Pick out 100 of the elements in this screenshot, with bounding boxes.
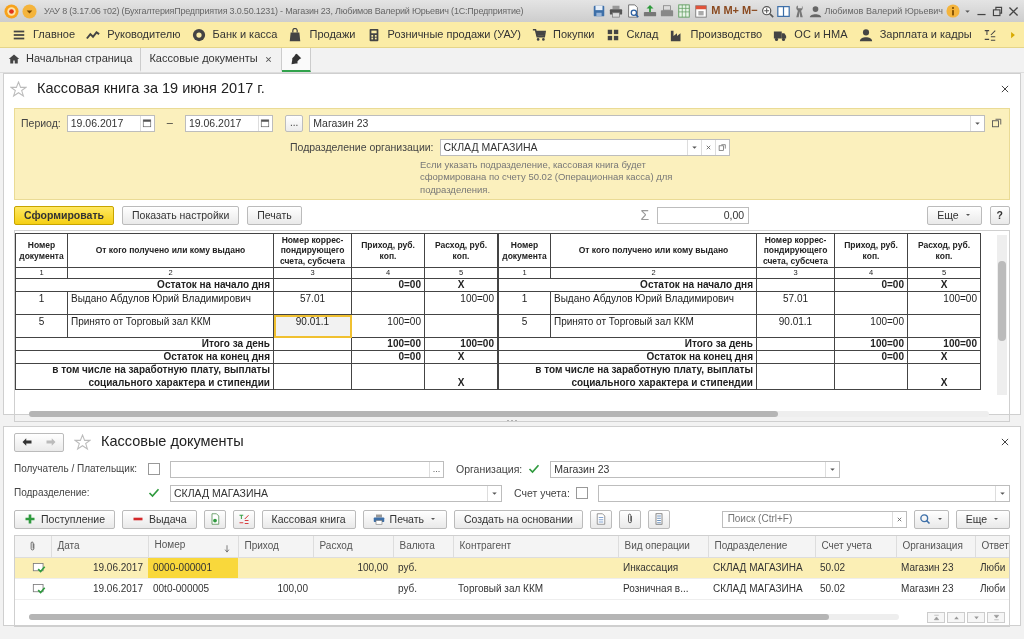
subdivision-field[interactable]: СКЛАД МАГАЗИНА <box>439 138 730 156</box>
table-cell: СКЛАД МАГАЗИНА <box>708 557 815 578</box>
column-header[interactable]: Вид операции <box>618 536 708 557</box>
table-cell: Магазин 23 <box>896 557 975 578</box>
table-row[interactable]: 19.06.2017 00t0-000005 100,00 руб. Торговый зал ККМ Розничная в... СКЛАД МАГАЗИНА 50.02 Магазин 23 Люби <box>15 578 1009 599</box>
section-link[interactable]: Производство <box>690 27 763 42</box>
table-cell[interactable]: 57.01 <box>273 291 352 315</box>
filter-field[interactable]: СКЛАД МАГАЗИНА <box>170 484 502 502</box>
table-cell: 0=00 <box>834 278 908 292</box>
column-header[interactable]: Ответ <box>975 536 1009 557</box>
table-cell: СКЛАД МАГАЗИНА <box>708 578 815 599</box>
period-button[interactable]: ... <box>284 114 304 132</box>
section-link[interactable]: Зарплата и кадры <box>879 27 972 42</box>
table-cell: 0000-000001 <box>148 557 238 578</box>
toolbar-button[interactable]: Выдача <box>122 509 197 529</box>
table-cell: 50.02 <box>815 578 896 599</box>
section-link[interactable]: Покупки <box>553 27 595 42</box>
toolbar-button[interactable]: Поступление <box>14 509 115 529</box>
table-cell: Магазин 23 <box>896 578 975 599</box>
column-header[interactable]: Контрагент <box>453 536 618 557</box>
memory-button[interactable]: M+ <box>723 4 739 18</box>
window-title: УАУ 8 (3.17.06 т02) (БухгалтерияПредприятия 3.0.50.1231) - Магазин 23, Любимов Валерий Юрьевич (1С:Предприятие) <box>44 5 524 17</box>
more-button[interactable]: Еще <box>927 205 982 225</box>
toolbar-button[interactable]: Сформировать <box>14 205 114 225</box>
more-button[interactable]: Еще <box>955 509 1010 529</box>
toolbar-button[interactable]: Печать <box>247 205 302 225</box>
filter-field[interactable]: ... <box>170 460 444 478</box>
column-header[interactable]: Приход <box>238 536 313 557</box>
toolbar-button[interactable]: Кассовая книга <box>261 509 356 529</box>
table-cell: 100=00 <box>351 337 425 351</box>
table-cell: X <box>424 363 498 390</box>
table-row[interactable]: 19.06.2017 0000-000001 100,00 руб. Инкассация СКЛАД МАГАЗИНА 50.02 Магазин 23 Люби <box>15 557 1009 578</box>
user-name[interactable]: Любимов Валерий Юрьевич <box>824 5 943 17</box>
table-cell: Итого за день <box>498 337 757 351</box>
table-cell: Выдано Абдулов Юрий Владимирович <box>67 291 274 315</box>
section-link[interactable]: Продажи <box>309 27 356 42</box>
form-title: Кассовые документы <box>101 433 244 451</box>
section-link[interactable]: Розничные продажи (УАУ) <box>387 27 521 42</box>
table-cell: X <box>424 278 498 292</box>
column-header: Номер коррес-пондирующего счета, субсчета <box>273 233 352 268</box>
table-cell: 5 <box>498 314 551 338</box>
memory-button[interactable]: M− <box>741 4 758 18</box>
filter-label: Подразделение: <box>14 487 91 499</box>
column-header: Расход, руб. коп. <box>907 233 981 268</box>
period-label: Период: <box>21 116 61 130</box>
table-cell: руб. <box>393 557 453 578</box>
table-cell[interactable]: 90.01.1 <box>756 314 835 338</box>
table-cell: 100=00 <box>907 291 981 315</box>
table-cell: 100,00 <box>313 557 393 578</box>
memory-button[interactable]: M <box>711 4 721 18</box>
table-cell: X <box>907 278 981 292</box>
table-cell: 100=00 <box>834 337 908 351</box>
table-cell: 1 <box>15 291 68 315</box>
search-input[interactable]: Поиск (Ctrl+F) <box>725 512 892 526</box>
table-cell: Люби <box>975 578 1009 599</box>
table-cell: 0=00 <box>834 350 908 364</box>
help-button[interactable]: ? <box>989 205 1010 225</box>
filter-label: Счет учета: <box>514 486 570 500</box>
column-header[interactable]: Дата <box>51 536 148 557</box>
section-link[interactable]: Банк и касса <box>212 27 278 42</box>
table-cell: руб. <box>393 578 453 599</box>
column-header[interactable]: Расход <box>313 536 393 557</box>
table-cell: Принято от Торговый зал ККМ <box>67 314 274 338</box>
filter-field[interactable]: Магазин 23 <box>550 460 841 478</box>
table-cell: Остаток на конец дня <box>498 350 757 364</box>
table-cell[interactable]: 57.01 <box>756 291 835 315</box>
date-field[interactable]: 19.06.2017 <box>184 114 273 132</box>
date-field[interactable]: 19.06.2017 <box>66 114 155 132</box>
table-cell: Остаток на начало дня <box>15 278 274 292</box>
section-link[interactable]: ОС и НМА <box>794 27 848 42</box>
column-header[interactable]: Организация <box>896 536 975 557</box>
tab-label: Кассовые документы <box>149 52 258 66</box>
column-header[interactable]: Подразделение <box>708 536 815 557</box>
table-cell: 19.06.2017 <box>51 557 148 578</box>
tab-label: Начальная страница <box>26 52 133 66</box>
table-cell: 100=00 <box>424 337 498 351</box>
section-link[interactable]: Руководителю <box>107 27 181 42</box>
table-cell: X <box>424 350 498 364</box>
search-field[interactable]: Поиск (Ctrl+F) <box>721 510 907 528</box>
table-cell: в том числе на заработную плату, выплаты социального характера и стипендии <box>15 363 274 390</box>
column-header: Приход, руб. коп. <box>351 233 425 268</box>
sum-sign: Σ <box>640 206 650 224</box>
toolbar-button[interactable]: Создать на основании <box>454 509 583 529</box>
column-header[interactable]: Номер <box>148 536 238 557</box>
toolbar-button[interactable]: Показать настройки <box>122 205 240 225</box>
column-header[interactable]: Валюта <box>393 536 453 557</box>
table-cell: Остаток на конец дня <box>15 350 274 364</box>
column-header: Номер коррес-пондирующего счета, субсчета <box>756 233 835 268</box>
table-cell: 0=00 <box>351 278 425 292</box>
organization-field[interactable]: Магазин 23 <box>309 114 985 132</box>
section-link[interactable]: Склад <box>626 27 659 42</box>
section-link[interactable]: Главное <box>33 27 76 42</box>
table-cell: Торговый зал ККМ <box>453 578 618 599</box>
column-header: Расход, руб. коп. <box>424 233 498 268</box>
column-header: Номер документа <box>15 233 68 268</box>
table-cell: 19.06.2017 <box>51 578 148 599</box>
toolbar-button[interactable]: Печать <box>362 509 447 529</box>
column-header[interactable]: Счет учета <box>815 536 896 557</box>
table-cell: 00t0-000005 <box>148 578 238 599</box>
table-cell: Розничная в... <box>618 578 708 599</box>
